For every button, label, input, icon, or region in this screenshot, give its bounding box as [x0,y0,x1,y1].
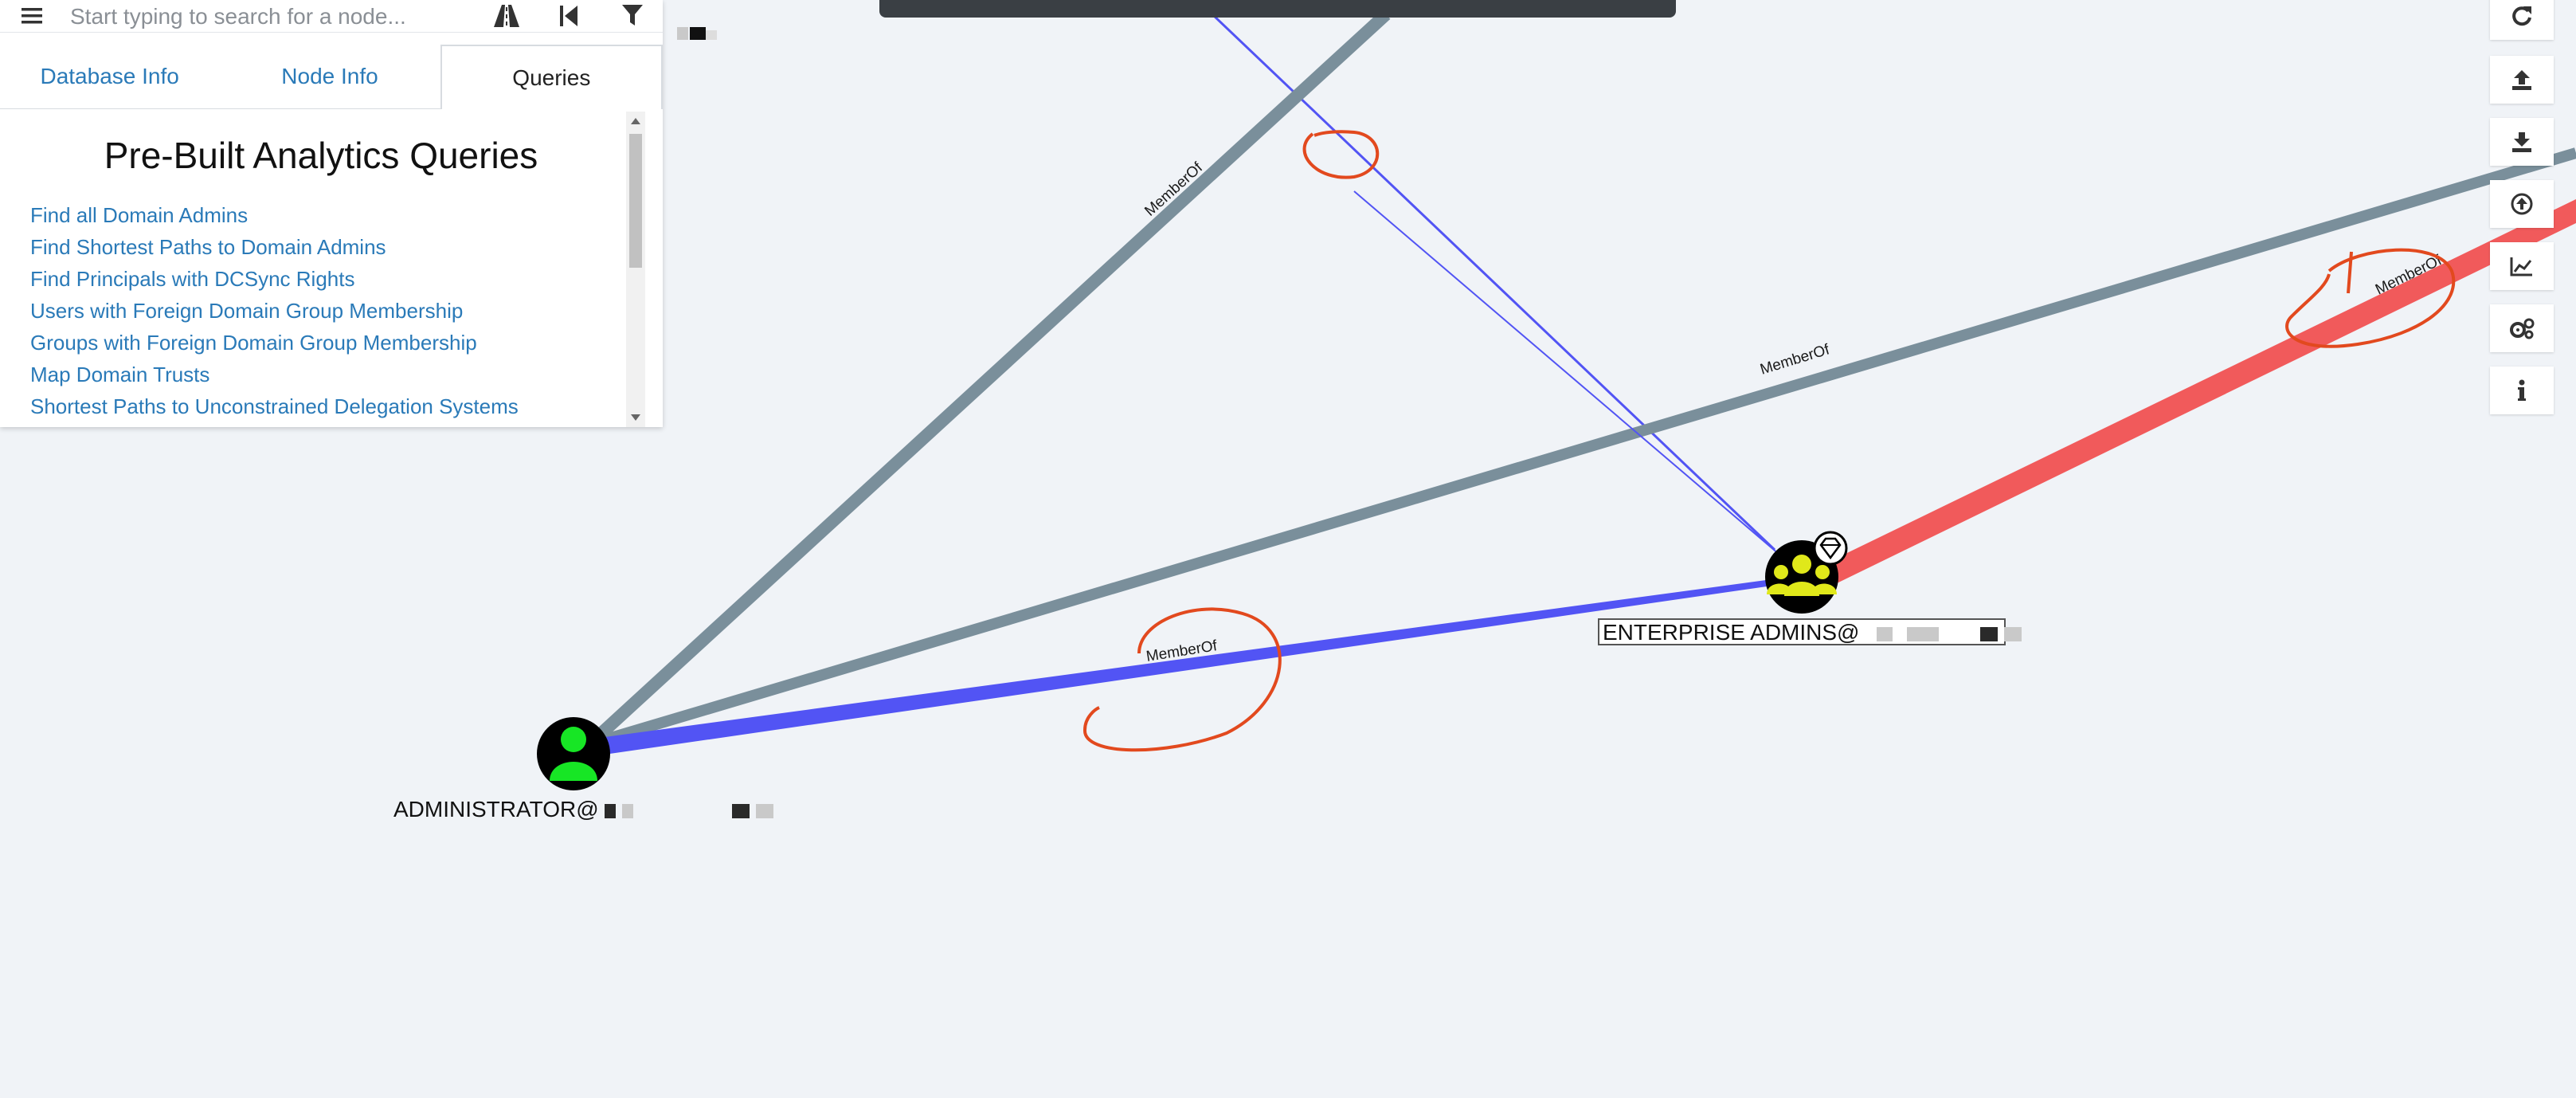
road-icon [494,5,519,27]
back-button[interactable] [546,0,591,32]
query-link[interactable]: Shortest Paths to Unconstrained Delegati… [30,390,519,422]
chart-icon [2510,257,2532,276]
query-link[interactable]: Map Domain Trusts [30,359,519,390]
edge-tooltip [879,0,1676,18]
refresh-icon [2512,6,2531,26]
administrator-node[interactable] [537,717,610,790]
node-search-input[interactable] [69,2,486,32]
query-link[interactable]: Find Principals with DCSync Rights [30,263,519,295]
search-panel: Database Info Node Info Queries Pre-Buil… [0,0,663,427]
node-label-text: ADMINISTRATOR@ [393,797,599,822]
hamburger-icon [22,8,42,24]
query-list: Find all Domain Admins Find Shortest Pat… [30,199,519,422]
edge-gray-long[interactable] [588,147,2576,750]
search-bar [0,0,663,33]
scroll-thumb[interactable] [629,134,642,268]
enterprise-admins-label[interactable]: ENTERPRISE ADMINS@ [1598,618,2022,645]
query-link[interactable]: Find all Domain Admins [30,199,519,231]
edge-gray-top[interactable] [585,10,1391,749]
upload-circle-icon [2511,193,2533,215]
menu-button[interactable] [10,0,54,32]
pathfinding-button[interactable] [484,0,529,32]
query-link[interactable]: Groups with Foreign Domain Group Members… [30,327,519,359]
edge-red-ea[interactable] [1824,199,2576,583]
gears-icon [2510,318,2535,339]
gem-icon [1813,531,1848,566]
download-button[interactable] [2490,118,2554,166]
upload-icon [2512,70,2531,90]
bloodhound-workspace: MemberOf MemberOf MemberOf MemberOf ENTE… [0,0,2576,1098]
queries-pane: Pre-Built Analytics Queries Find all Dom… [0,110,629,427]
info-button[interactable] [2490,367,2554,414]
download-icon [2512,132,2531,152]
query-link[interactable]: Users with Foreign Domain Group Membersh… [30,295,519,327]
tab-node-info[interactable]: Node Info [220,45,440,108]
annotation-circle [1302,130,1380,179]
info-icon [2518,379,2526,401]
upload-button[interactable] [2490,56,2554,104]
step-back-icon [560,6,577,26]
edge-blue-admin-ea[interactable] [599,578,1778,755]
filter-icon [622,5,643,25]
queries-title: Pre-Built Analytics Queries [104,135,538,176]
query-link[interactable]: Find Shortest Paths to Domain Admins [30,231,519,263]
tab-database-info[interactable]: Database Info [0,45,220,108]
analytics-button[interactable] [2490,242,2554,290]
import-button[interactable] [2490,180,2554,228]
tab-queries[interactable]: Queries [440,45,663,109]
administrator-label[interactable]: ADMINISTRATOR@ [393,797,773,822]
scroll-down-icon[interactable] [631,414,640,421]
enterprise-admins-node[interactable] [1765,531,1848,614]
node-label-text: ENTERPRISE ADMINS@ [1603,620,1860,645]
queries-scrollbar[interactable] [626,112,645,427]
panel-tabs: Database Info Node Info Queries [0,45,663,109]
refresh-button[interactable] [2490,0,2554,40]
settings-button[interactable] [2490,304,2554,352]
filter-button[interactable] [610,0,655,32]
scroll-up-icon[interactable] [631,118,640,124]
